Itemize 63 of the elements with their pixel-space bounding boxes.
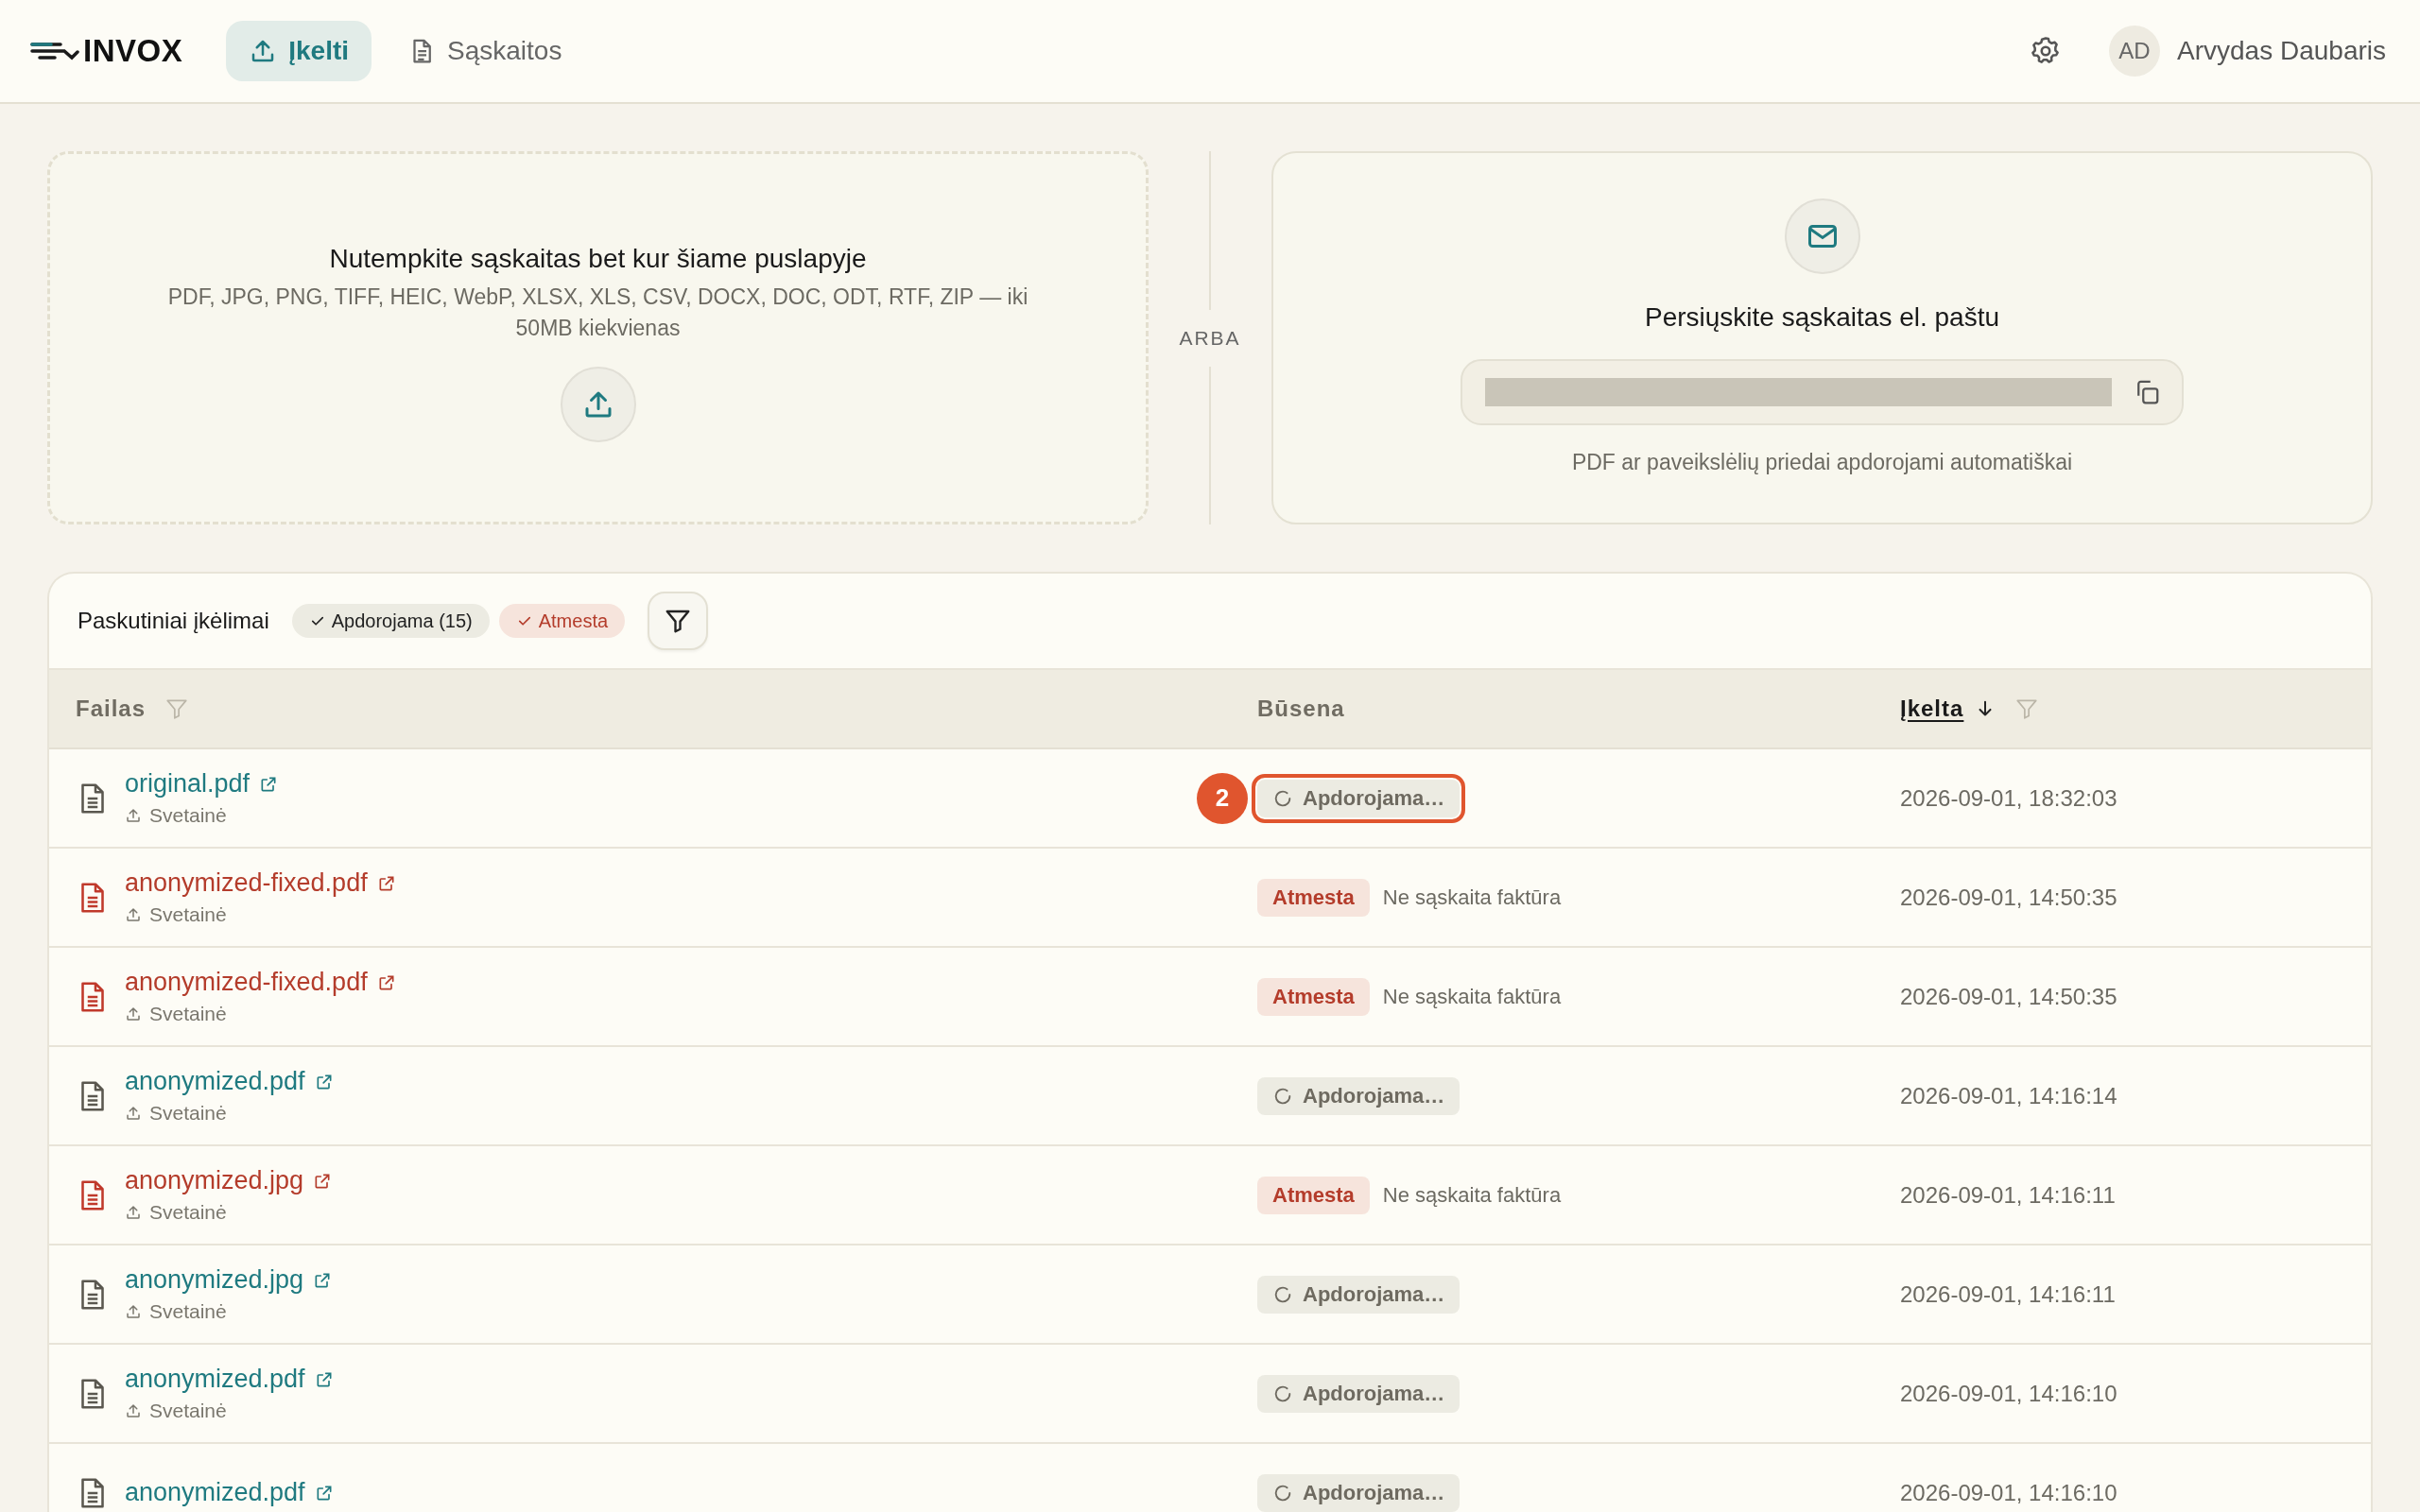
upload-date: 2026-09-01, 14:16:11 xyxy=(1900,1280,2116,1308)
filter-chip[interactable]: Atmesta xyxy=(498,604,626,638)
status-badge: Apdorojama… xyxy=(1257,1275,1461,1314)
file-link[interactable]: anonymized-fixed.pdf xyxy=(125,968,368,997)
nav-tab[interactable]: Sąskaitos xyxy=(385,21,585,81)
source-text: Svetainė xyxy=(149,1201,227,1224)
upload-icon xyxy=(125,807,142,824)
source-text: Svetainė xyxy=(149,1400,227,1422)
nav-tab[interactable]: Įkelti xyxy=(226,21,372,81)
drop-zone-title: Nutempkite sąskaitas bet kur šiame puslapyje xyxy=(329,243,867,274)
source-text: Svetainė xyxy=(149,903,227,926)
source-text: Svetainė xyxy=(149,1102,227,1125)
external-link-icon[interactable] xyxy=(313,1171,333,1191)
status-reason: Ne sąskaita faktūra xyxy=(1382,885,1562,910)
upload-date: 2026-09-01, 14:50:35 xyxy=(1900,983,2118,1010)
file-link[interactable]: anonymized.pdf xyxy=(125,1067,305,1096)
step-marker: 2 xyxy=(1197,772,1248,824)
status-badge: Atmesta xyxy=(1257,878,1370,917)
upload-date: 2026-09-01, 14:16:10 xyxy=(1900,1479,2118,1506)
upload-icon xyxy=(125,1204,142,1221)
source-text: Svetainė xyxy=(149,804,227,827)
column-header[interactable]: Būsena xyxy=(1257,696,1345,722)
filter-button[interactable] xyxy=(648,592,709,650)
user-avatar[interactable]: AD xyxy=(2109,26,2160,77)
email-address-field[interactable] xyxy=(1461,359,2184,425)
status-badge: Apdorojama… xyxy=(1257,1473,1461,1512)
upload-icon xyxy=(125,1005,142,1022)
filter-chip[interactable]: Apdorojama (15) xyxy=(291,604,490,638)
file-link[interactable]: anonymized.pdf xyxy=(125,1365,305,1394)
status-badge: Apdorojama… xyxy=(1257,1374,1461,1413)
file-formats-text: PDF, JPG, PNG, TIFF, HEIC, WebP, XLSX, XLS, CSV, DOCX, DOC, ODT, RTF, ZIP — iki 50MB kiekvienas xyxy=(166,283,1029,342)
source-text: Svetainė xyxy=(149,1003,227,1025)
external-link-icon[interactable] xyxy=(313,1270,333,1290)
upload-icon xyxy=(125,1105,142,1122)
status-reason: Ne sąskaita faktūra xyxy=(1382,1182,1562,1208)
upload-date: 2026-09-01, 14:16:11 xyxy=(1900,1181,2116,1209)
upload-date: 2026-09-01, 14:50:35 xyxy=(1900,884,2118,911)
upload-date: 2026-09-01, 14:16:10 xyxy=(1900,1380,2118,1407)
user-name: Arvydas Daubaris xyxy=(2177,36,2386,66)
column-header[interactable]: Įkelta xyxy=(1900,696,1964,722)
upload-icon xyxy=(125,1402,142,1419)
status-badge: Atmesta xyxy=(1257,977,1370,1016)
status-reason: Ne sąskaita faktūra xyxy=(1382,984,1562,1009)
status-badge: Apdorojama… xyxy=(1257,1076,1461,1115)
email-title: Persiųskite sąskaitas el. paštu xyxy=(1644,302,2000,333)
drop-zone[interactable]: Nutempkite sąskaitas bet kur šiame puslapyje PDF, JPG, PNG, TIFF, HEIC, WebP, XLSX, XLS, CSV, DOCX, DOC, ODT, RTF, ZIP — iki 50MB kiekvienas xyxy=(47,151,1149,524)
source-text: Svetainė xyxy=(149,1300,227,1323)
file-link[interactable]: anonymized.pdf xyxy=(125,1478,305,1507)
column-header[interactable]: Failas xyxy=(76,696,147,722)
external-link-icon[interactable] xyxy=(259,774,279,794)
status-badge: Atmesta xyxy=(1257,1176,1370,1214)
file-link[interactable]: anonymized.jpg xyxy=(125,1265,304,1295)
logo-text: INVOX xyxy=(83,33,183,69)
upload-icon xyxy=(125,906,142,923)
file-link[interactable]: anonymized.jpg xyxy=(125,1166,304,1195)
file-link[interactable]: anonymized-fixed.pdf xyxy=(125,868,368,898)
email-note: PDF ar paveikslėlių priedai apdorojami automatiškai xyxy=(1571,450,2073,475)
uploads-title: Paskutiniai įkėlimai xyxy=(78,608,269,634)
upload-date: 2026-09-01, 18:32:03 xyxy=(1900,784,2118,812)
file-link[interactable]: original.pdf xyxy=(125,769,251,799)
or-label: ARBA xyxy=(1179,326,1241,350)
upload-date: 2026-09-01, 14:16:14 xyxy=(1900,1082,2118,1109)
upload-icon xyxy=(125,1303,142,1320)
